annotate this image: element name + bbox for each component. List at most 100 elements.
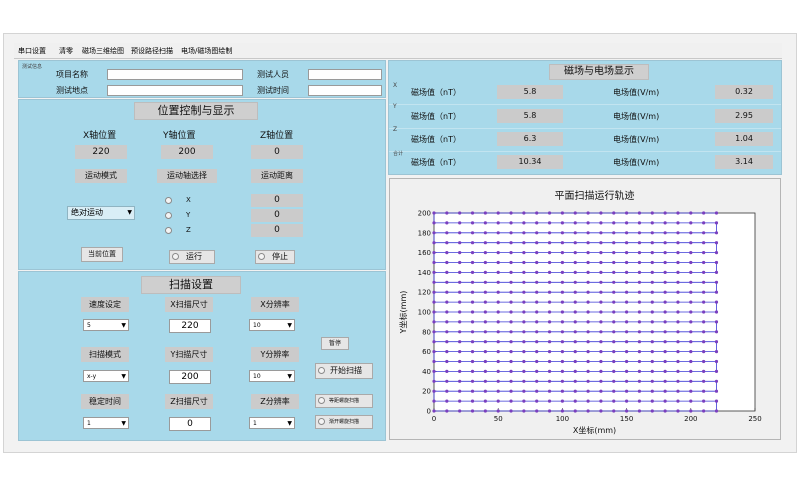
scan-point	[445, 379, 449, 383]
settle-time-select[interactable]: 1 ▼	[83, 417, 129, 429]
scan-point	[689, 290, 693, 294]
scan-point	[650, 290, 654, 294]
x-tick-label: 0	[432, 415, 436, 423]
scan-point	[496, 310, 500, 314]
scan-point	[535, 211, 539, 215]
scan-point	[483, 290, 487, 294]
scan-point	[509, 260, 513, 265]
scan-point	[689, 221, 693, 225]
scan-point	[714, 379, 719, 383]
time-input[interactable]	[308, 85, 382, 96]
scan-point	[573, 300, 577, 304]
z-resolution-select[interactable]: 1 ▼	[249, 417, 295, 429]
scan-point	[663, 251, 667, 255]
scan-point	[714, 270, 719, 274]
scan-point	[689, 300, 693, 304]
scan-point	[663, 340, 667, 344]
scan-point	[714, 310, 719, 314]
scan-point	[689, 389, 693, 393]
scan-point	[432, 251, 436, 255]
speed-label: 速度设定	[81, 297, 129, 312]
y-tick-label: 0	[427, 408, 431, 416]
scan-mode-select[interactable]: x-y ▼	[83, 370, 129, 382]
scan-point	[663, 359, 667, 364]
chevron-down-icon: ▼	[287, 322, 292, 329]
scan-point	[560, 251, 564, 255]
scan-point	[483, 310, 487, 314]
scan-point	[625, 320, 629, 324]
x-position-label: X轴位置	[83, 131, 117, 141]
scan-point	[702, 409, 706, 413]
menu-clear[interactable]: 清零	[59, 46, 73, 56]
scan-point	[650, 310, 654, 314]
y-resolution-select[interactable]: 10 ▼	[249, 370, 295, 382]
scan-point	[547, 379, 552, 383]
scan-point	[702, 350, 706, 354]
distance-z-value[interactable]: 0	[251, 224, 303, 237]
motion-mode-select[interactable]: 绝对运动 ▼	[67, 206, 135, 220]
run-label: 运行	[186, 252, 202, 261]
scan-point	[483, 251, 487, 255]
scan-point	[573, 211, 577, 215]
scan-point	[535, 280, 539, 284]
menu-serial-settings[interactable]: 串口设置	[18, 46, 46, 56]
scan-point	[458, 280, 462, 284]
axis-x-radio[interactable]	[165, 197, 172, 204]
x-scan-size-input[interactable]: 220	[169, 319, 211, 333]
distance-x-value[interactable]: 0	[251, 194, 303, 207]
axis-y-radio[interactable]	[165, 212, 172, 219]
scan-point	[599, 290, 603, 294]
scan-point	[637, 389, 642, 393]
scan-point	[586, 280, 590, 284]
scan-point	[663, 320, 667, 324]
menu-preset-scan[interactable]: 预设路径扫描	[131, 46, 173, 56]
z-position-label: Z轴位置	[260, 131, 294, 141]
scan-point	[625, 340, 629, 344]
scan-point	[483, 211, 487, 215]
menu-field-plot[interactable]: 电场/磁场图绘制	[181, 46, 232, 56]
y-scan-size-input[interactable]: 200	[169, 370, 211, 384]
x-resolution-select[interactable]: 10 ▼	[249, 319, 295, 331]
scan-point	[509, 300, 513, 304]
scan-point	[483, 369, 487, 373]
scan-point	[470, 409, 475, 413]
field-title: 磁场与电场显示	[549, 64, 649, 80]
project-name-input[interactable]	[107, 69, 243, 80]
menu-3d-plot[interactable]: 磁场三维绘图	[82, 46, 124, 56]
scan-point	[547, 389, 552, 393]
scan-point	[535, 379, 539, 383]
pause-button[interactable]: 暂停	[321, 337, 349, 350]
scan-point	[547, 399, 552, 403]
time-label: 测试时间	[257, 86, 289, 95]
speed-select[interactable]: 5 ▼	[83, 319, 129, 331]
scan-point	[625, 369, 629, 373]
scan-point	[612, 241, 616, 245]
scan-point	[702, 399, 706, 403]
scan-point	[470, 320, 475, 324]
scan-point	[573, 330, 577, 334]
site-input[interactable]	[107, 85, 243, 96]
magnetic-value: 5.8	[497, 85, 563, 99]
scan-point	[535, 310, 539, 314]
scan-point	[599, 389, 603, 393]
scan-point	[509, 310, 513, 314]
current-position-button[interactable]: 当前位置	[81, 247, 123, 262]
scan-point	[586, 330, 590, 334]
scan-point	[702, 231, 706, 235]
scan-point	[599, 280, 603, 284]
scan-point	[573, 310, 577, 314]
distance-y-value[interactable]: 0	[251, 209, 303, 222]
scan-point	[612, 399, 616, 403]
scan-point	[586, 340, 590, 344]
scan-point	[586, 290, 590, 294]
scan-point	[689, 330, 693, 334]
axis-z-radio[interactable]	[165, 227, 172, 234]
tester-input[interactable]	[308, 69, 382, 80]
scan-point	[702, 241, 706, 245]
scan-point	[650, 221, 654, 225]
scan-point	[637, 251, 642, 255]
z-scan-size-input[interactable]: 0	[169, 417, 211, 431]
scan-point	[470, 231, 475, 235]
scan-point	[586, 300, 590, 304]
scan-point	[535, 359, 539, 364]
